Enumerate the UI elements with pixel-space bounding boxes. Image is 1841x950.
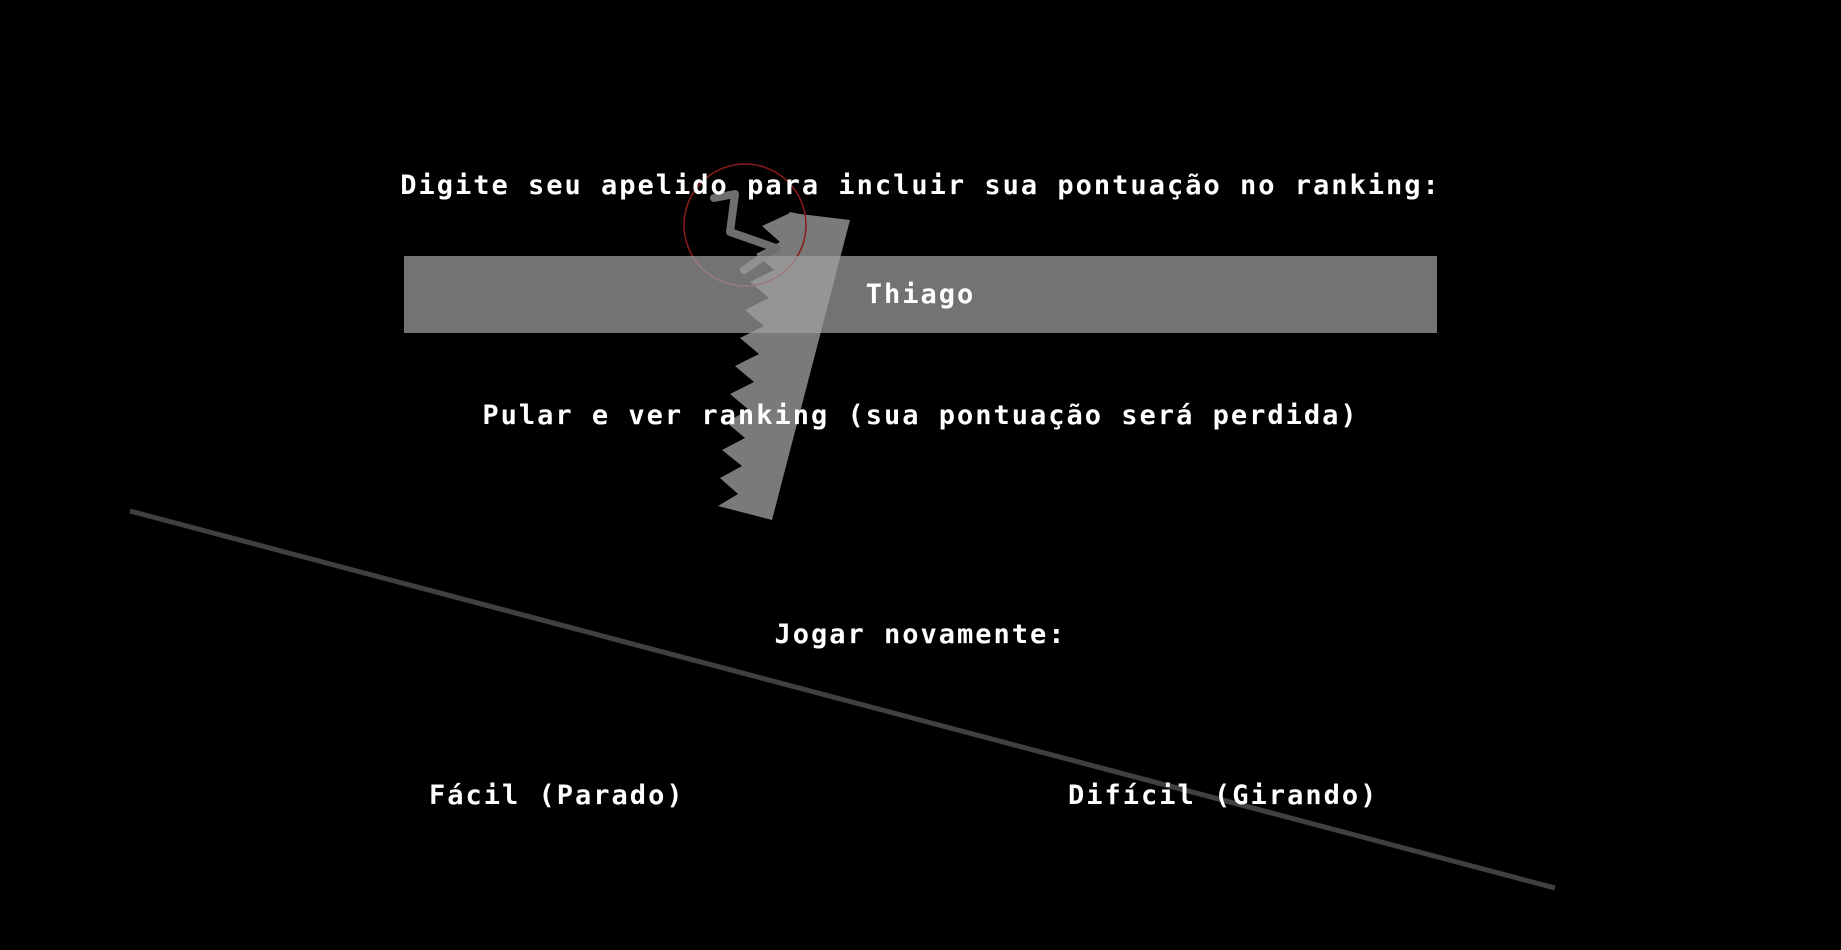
- nickname-input[interactable]: [404, 256, 1437, 333]
- hard-mode-button[interactable]: Difícil (Girando): [1068, 780, 1378, 811]
- nickname-prompt: Digite seu apelido para incluir sua pont…: [400, 170, 1441, 201]
- game-background-art: [129, 163, 1556, 891]
- skip-to-ranking-link[interactable]: Pular e ver ranking (sua pontuação será …: [0, 400, 1841, 431]
- play-again-heading: Jogar novamente:: [774, 619, 1067, 650]
- easy-mode-button[interactable]: Fácil (Parado): [429, 780, 685, 811]
- diagonal-line: [129, 508, 1556, 891]
